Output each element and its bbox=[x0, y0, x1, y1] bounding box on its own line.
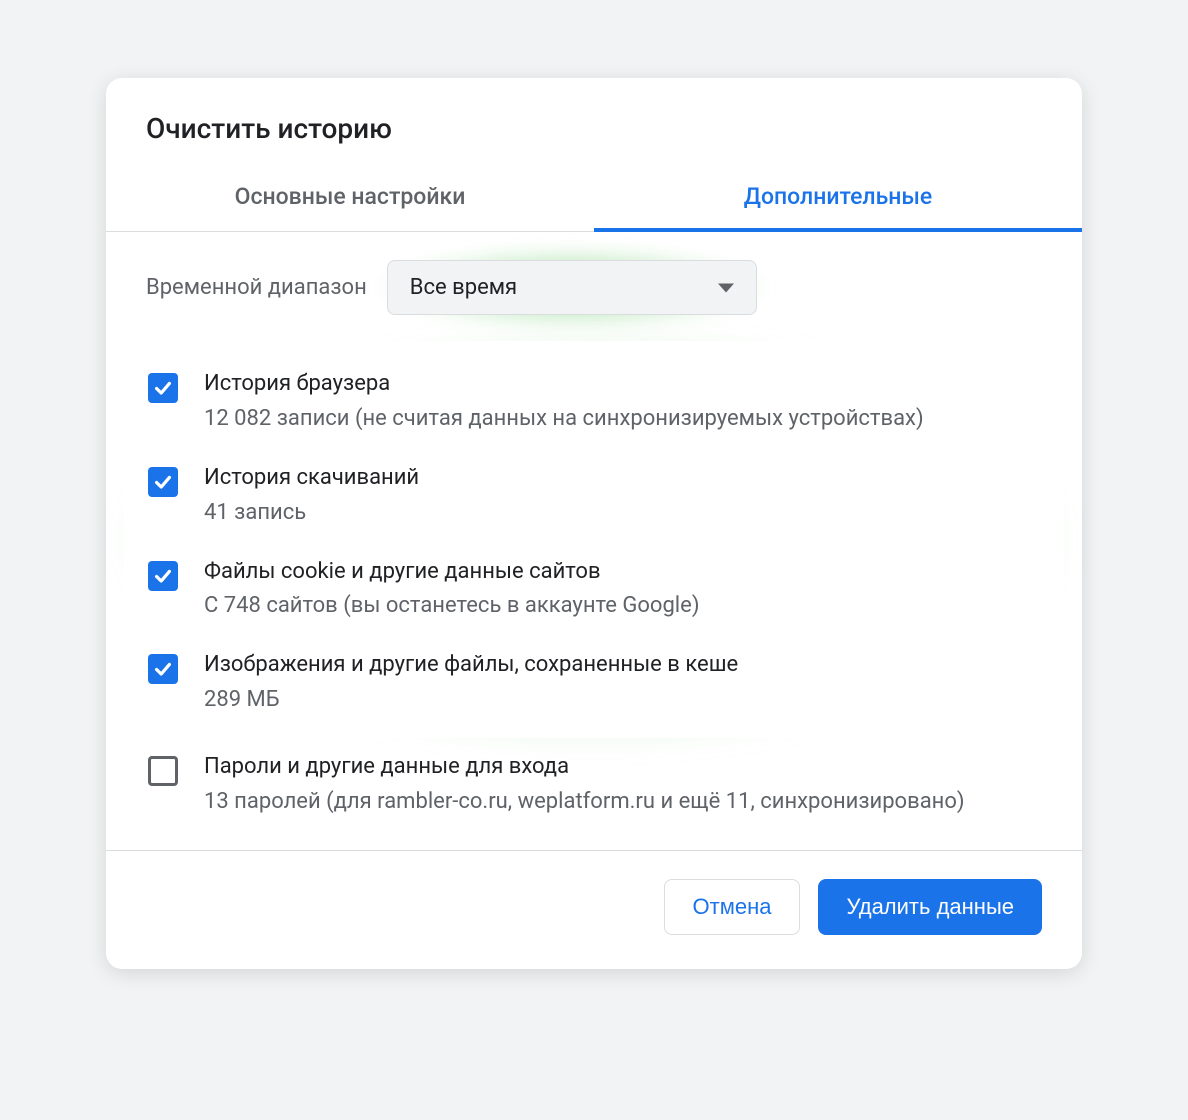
tabs: Основные настройки Дополнительные bbox=[106, 169, 1082, 232]
checkbox-download-history[interactable] bbox=[148, 467, 178, 497]
option-row: История браузера 12 082 записи (не счита… bbox=[144, 355, 1044, 449]
option-title: Пароли и другие данные для входа bbox=[204, 752, 1040, 783]
option-title: История скачиваний bbox=[204, 463, 1040, 494]
timerange-selected-value: Все время bbox=[410, 275, 517, 300]
option-subtitle: 12 082 записи (не считая данных на синхр… bbox=[204, 402, 1040, 435]
option-subtitle: 41 запись bbox=[204, 496, 1040, 529]
tab-basic[interactable]: Основные настройки bbox=[106, 169, 594, 231]
option-subtitle: С 748 сайтов (вы останетесь в аккаунте G… bbox=[204, 589, 1040, 622]
dialog-title: Очистить историю bbox=[106, 78, 1082, 169]
check-icon bbox=[152, 658, 174, 680]
option-title: История браузера bbox=[204, 369, 1040, 400]
timerange-row: Временной диапазон Все время bbox=[106, 232, 1082, 335]
check-icon bbox=[152, 471, 174, 493]
delete-data-button[interactable]: Удалить данные bbox=[818, 879, 1042, 935]
checkbox-cookies[interactable] bbox=[148, 561, 178, 591]
timerange-select[interactable]: Все время bbox=[387, 260, 757, 315]
check-icon bbox=[152, 377, 174, 399]
tab-advanced[interactable]: Дополнительные bbox=[594, 169, 1082, 232]
checkbox-cached-images[interactable] bbox=[148, 654, 178, 684]
cancel-button[interactable]: Отмена bbox=[664, 879, 801, 935]
checkbox-browsing-history[interactable] bbox=[148, 373, 178, 403]
checkbox-passwords[interactable] bbox=[148, 756, 178, 786]
option-title: Файлы cookie и другие данные сайтов bbox=[204, 557, 1040, 588]
check-icon bbox=[152, 565, 174, 587]
option-title: Изображения и другие файлы, сохраненные … bbox=[204, 650, 1040, 681]
option-row: История скачиваний 41 запись bbox=[144, 449, 1044, 543]
options-list-highlighted: История браузера 12 082 записи (не счита… bbox=[124, 341, 1064, 738]
option-row: Файлы cookie и другие данные сайтов С 74… bbox=[144, 543, 1044, 637]
option-subtitle: 13 паролей (для rambler-co.ru, weplatfor… bbox=[204, 785, 1040, 818]
chevron-down-icon bbox=[718, 283, 734, 292]
option-row: Изображения и другие файлы, сохраненные … bbox=[144, 636, 1044, 730]
option-subtitle: 289 МБ bbox=[204, 683, 1040, 716]
timerange-label: Временной диапазон bbox=[146, 275, 367, 300]
clear-history-dialog: Очистить историю Основные настройки Допо… bbox=[106, 78, 1082, 969]
dialog-footer: Отмена Удалить данные bbox=[106, 851, 1082, 969]
